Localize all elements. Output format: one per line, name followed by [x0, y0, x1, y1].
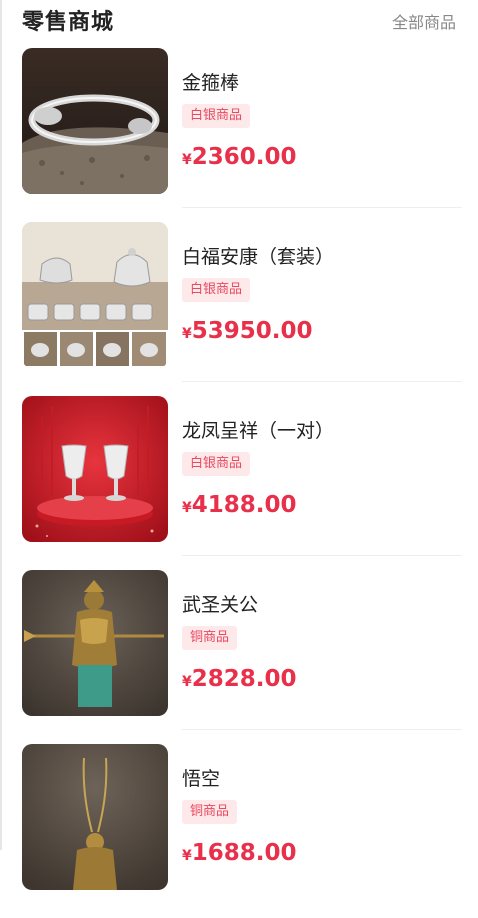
category-badge: 铜商品	[182, 626, 238, 650]
product-name: 白福安康（套装）	[182, 246, 335, 268]
header: 零售商城 全部商品	[22, 0, 456, 40]
product-image-silver-goblets[interactable]	[22, 396, 168, 542]
divider	[182, 381, 462, 382]
product-image-silver-tea-set[interactable]	[22, 222, 168, 368]
left-edge	[0, 0, 2, 850]
page-title: 零售商城	[22, 10, 115, 35]
price-value: 4188.00	[191, 492, 297, 518]
product-item[interactable]: 悟空 铜商品 ¥1688.00	[22, 744, 462, 918]
currency-symbol: ¥	[182, 500, 192, 516]
product-item[interactable]: 金箍棒 白银商品 ¥2360.00	[22, 48, 462, 222]
currency-symbol: ¥	[182, 674, 192, 690]
product-name: 悟空	[182, 768, 221, 790]
divider	[182, 729, 462, 730]
product-image-silver-snake-bracelet[interactable]	[22, 48, 168, 194]
divider	[182, 555, 462, 556]
all-products-link[interactable]: 全部商品	[392, 9, 456, 33]
category-badge: 白银商品	[182, 278, 251, 302]
product-item[interactable]: 武圣关公 铜商品 ¥2828.00	[22, 570, 462, 744]
product-image-bronze-wukong-statue[interactable]	[22, 744, 168, 890]
product-item[interactable]: 龙凤呈祥（一对） 白银商品 ¥4188.00	[22, 396, 462, 570]
product-price: ¥2828.00	[182, 666, 297, 692]
currency-symbol: ¥	[182, 848, 192, 864]
category-badge: 白银商品	[182, 104, 251, 128]
product-name: 武圣关公	[182, 594, 259, 616]
currency-symbol: ¥	[182, 326, 192, 342]
currency-symbol: ¥	[182, 152, 192, 168]
product-price: ¥2360.00	[182, 144, 297, 170]
price-value: 53950.00	[191, 318, 313, 344]
divider	[182, 207, 462, 208]
product-price: ¥4188.00	[182, 492, 297, 518]
product-image-bronze-guan-gong-statue[interactable]	[22, 570, 168, 716]
price-value: 2360.00	[191, 144, 297, 170]
product-name: 龙凤呈祥（一对）	[182, 420, 335, 442]
product-name: 金箍棒	[182, 72, 240, 94]
category-badge: 白银商品	[182, 452, 251, 476]
price-value: 2828.00	[191, 666, 297, 692]
product-item[interactable]: 白福安康（套装） 白银商品 ¥53950.00	[22, 222, 462, 396]
category-badge: 铜商品	[182, 800, 238, 824]
product-price: ¥1688.00	[182, 840, 297, 866]
price-value: 1688.00	[191, 840, 297, 866]
product-price: ¥53950.00	[182, 318, 313, 344]
